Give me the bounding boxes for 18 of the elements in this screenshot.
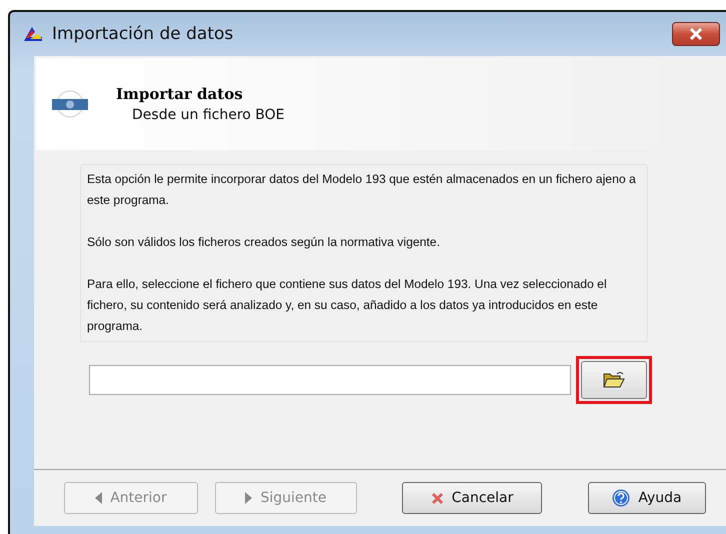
description-paragraph: Sólo son válidos los ficheros creados según la normativa vigente. bbox=[87, 234, 441, 251]
cross-icon bbox=[430, 492, 444, 504]
boe-logo-icon bbox=[50, 89, 90, 119]
close-button[interactable] bbox=[672, 22, 720, 46]
right-triangle-icon bbox=[245, 492, 252, 504]
help-button[interactable]: Ayuda bbox=[588, 482, 706, 514]
description-paragraph: Esta opción le permite incorporar datos del Modelo 193 que estén almacenados en un fichero ajeno a este programa. bbox=[87, 171, 637, 209]
header-subtitle: Desde un fichero BOE bbox=[132, 107, 285, 123]
close-icon bbox=[689, 28, 703, 40]
help-icon bbox=[612, 489, 630, 507]
header-title: Importar datos bbox=[116, 85, 244, 103]
folder-icon bbox=[603, 371, 625, 389]
window-title: Importación de datos bbox=[52, 24, 234, 44]
app-logo-icon bbox=[22, 25, 44, 43]
file-path-field[interactable] bbox=[89, 365, 571, 395]
left-triangle-icon bbox=[95, 492, 102, 504]
description-paragraph: Para ello, seleccione el fichero que contiene sus datos del Modelo 193. Una vez seleccionado el fichero, su contenido será analizado y, en su caso, añadido a los datos ya introducidos en este programa. bbox=[87, 276, 608, 335]
cancel-button[interactable]: Cancelar bbox=[402, 482, 542, 514]
